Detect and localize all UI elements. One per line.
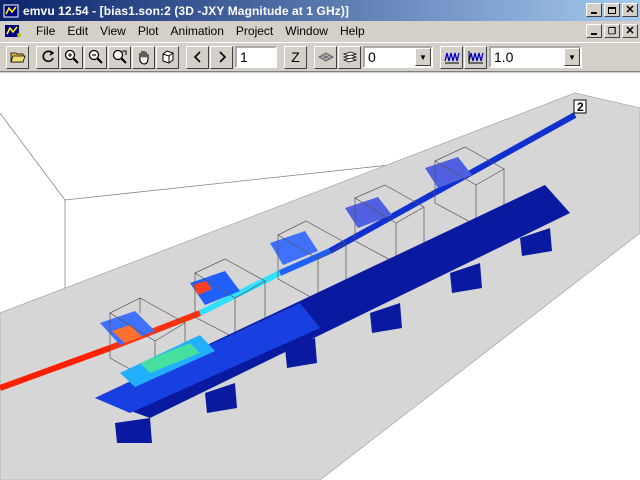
- menu-bar: File Edit View Plot Animation Project Wi…: [0, 21, 640, 41]
- menu-project[interactable]: Project: [230, 24, 279, 38]
- waveform-icon: [443, 52, 460, 64]
- menu-plot-label: Plot: [137, 24, 159, 38]
- waveform-button[interactable]: [440, 45, 463, 69]
- menu-animation-label: Animation: [170, 24, 224, 38]
- close-button[interactable]: ✕: [622, 3, 638, 17]
- doc-close-button[interactable]: ✕: [622, 24, 638, 38]
- level-value: 1: [240, 49, 248, 65]
- window-title: emvu 12.54 - [bias1.son:2 (3D -JXY Magni…: [23, 3, 350, 18]
- zoom-fit-icon: [64, 49, 79, 64]
- waveform-alt-icon: [467, 51, 484, 64]
- substrate-plane: [0, 93, 640, 480]
- zoom-out-icon: [88, 49, 103, 64]
- minimize-icon: [591, 11, 597, 14]
- close-icon: ✕: [625, 4, 635, 16]
- rotate-3d-icon: [162, 50, 173, 64]
- toolbar: 1 Z 0 ▼ 1.0 ▼: [0, 42, 640, 72]
- menu-view-label: View: [100, 24, 126, 38]
- doc-restore-button[interactable]: ❐: [604, 24, 620, 38]
- previous-button[interactable]: [186, 45, 209, 69]
- rotate-3d-button[interactable]: [156, 45, 179, 69]
- scale-select-value: 1.0: [494, 49, 514, 65]
- menu-window-label: Window: [285, 24, 328, 38]
- refresh-icon: [42, 50, 54, 63]
- menu-animation[interactable]: Animation: [165, 24, 230, 38]
- z-axis-label: Z: [291, 49, 300, 65]
- chevron-down-icon[interactable]: ▼: [564, 48, 580, 66]
- document-icon: [5, 25, 21, 37]
- menu-window[interactable]: Window: [279, 24, 334, 38]
- doc-minimize-button[interactable]: [586, 24, 602, 38]
- emvu-app-icon: [3, 4, 19, 17]
- scale-select[interactable]: 1.0 ▼: [489, 46, 582, 68]
- menu-file[interactable]: File: [30, 24, 61, 38]
- maximize-button[interactable]: [604, 3, 620, 17]
- minimize-button[interactable]: [586, 3, 602, 17]
- open-icon: [9, 52, 26, 63]
- z-axis-button[interactable]: Z: [284, 45, 307, 69]
- zoom-window-icon: [112, 49, 127, 64]
- chevron-down-icon[interactable]: ▼: [415, 48, 431, 66]
- next-icon: [218, 51, 226, 63]
- minimize-icon: [591, 32, 597, 35]
- zoom-fit-button[interactable]: [60, 45, 83, 69]
- mesh-button[interactable]: [314, 45, 337, 69]
- pan-button[interactable]: [132, 45, 155, 69]
- 3d-viewport[interactable]: 2: [0, 73, 640, 480]
- menu-help[interactable]: Help: [334, 24, 371, 38]
- refresh-button[interactable]: [36, 45, 59, 69]
- waveform-alt-button[interactable]: [464, 45, 487, 69]
- zoom-out-button[interactable]: [84, 45, 107, 69]
- pan-icon: [138, 51, 149, 65]
- open-button[interactable]: [6, 45, 29, 69]
- mesh-icon: [317, 52, 334, 62]
- maximize-icon: [608, 6, 616, 14]
- close-icon: ✕: [625, 25, 635, 37]
- menu-edit-label: Edit: [67, 24, 89, 38]
- zoom-window-button[interactable]: [108, 45, 131, 69]
- restore-icon: ❐: [607, 26, 617, 36]
- previous-icon: [193, 51, 201, 63]
- layers-button[interactable]: [338, 45, 361, 69]
- current-density-plot[interactable]: 2: [0, 73, 640, 480]
- port-label: 2: [577, 100, 584, 114]
- menu-file-label: File: [36, 24, 56, 38]
- app-window: emvu 12.54 - [bias1.son:2 (3D -JXY Magni…: [0, 0, 640, 480]
- layer-select-value: 0: [368, 49, 376, 65]
- title-bar[interactable]: emvu 12.54 - [bias1.son:2 (3D -JXY Magni…: [0, 0, 640, 21]
- menu-edit[interactable]: Edit: [61, 24, 94, 38]
- next-button[interactable]: [210, 45, 233, 69]
- menu-view[interactable]: View: [94, 24, 132, 38]
- menu-help-label: Help: [339, 24, 365, 38]
- menu-project-label: Project: [235, 24, 274, 38]
- layers-icon: [342, 51, 357, 63]
- layer-select[interactable]: 0 ▼: [363, 46, 433, 68]
- level-input[interactable]: 1: [235, 46, 277, 68]
- menu-plot[interactable]: Plot: [132, 24, 165, 38]
